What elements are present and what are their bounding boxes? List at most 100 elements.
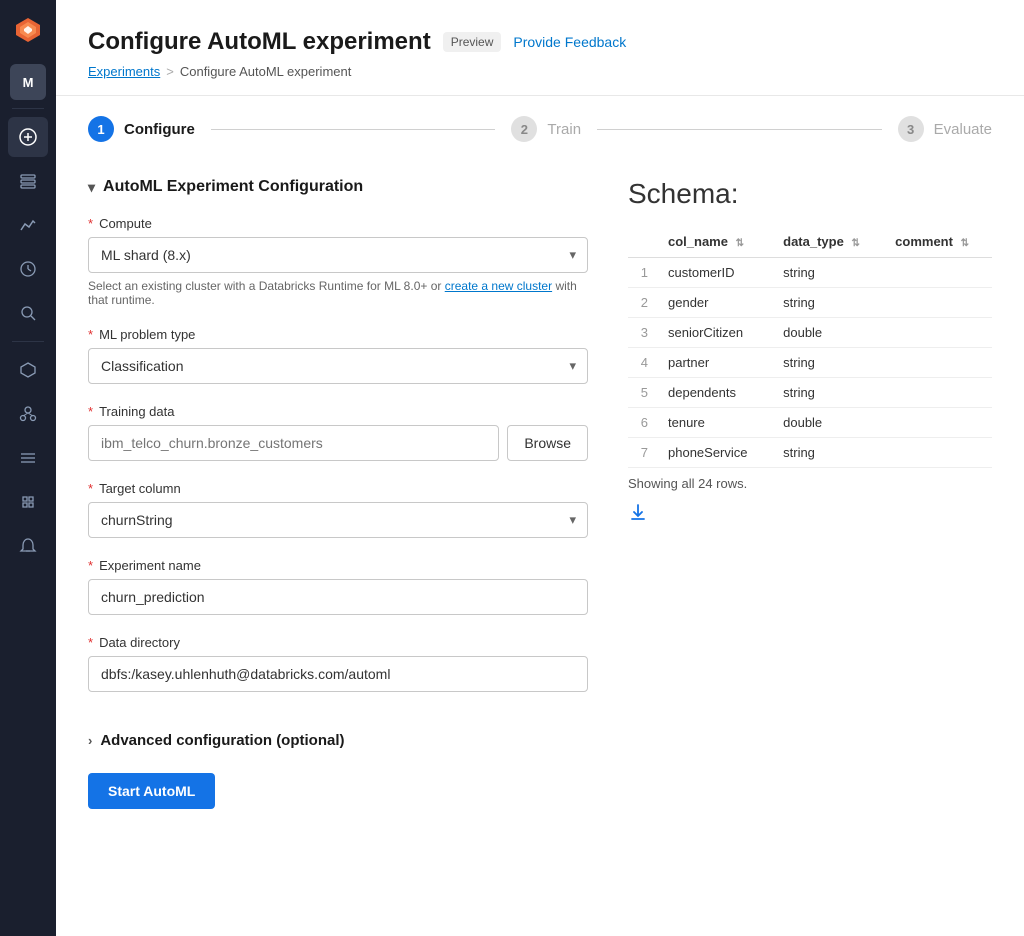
row-col-name: partner — [656, 348, 771, 378]
sort-icon-col-name: ⇅ — [736, 238, 744, 249]
section-header[interactable]: ▾ AutoML Experiment Configuration — [88, 162, 588, 216]
start-automl-button[interactable]: Start AutoML — [88, 773, 215, 809]
row-data-type: string — [771, 288, 883, 318]
page-header: Configure AutoML experiment Preview Prov… — [56, 0, 1024, 96]
advanced-section-header[interactable]: › Advanced configuration (optional) — [88, 712, 588, 765]
col-header-data-type[interactable]: data_type ⇅ — [771, 226, 883, 258]
sidebar-item-serving[interactable] — [8, 438, 48, 478]
row-comment — [883, 438, 992, 468]
sort-icon-comment: ⇅ — [961, 238, 969, 249]
sidebar-item-models[interactable] — [8, 394, 48, 434]
table-row: 5 dependents string — [628, 378, 992, 408]
data-directory-field-group: * Data directory — [88, 635, 588, 692]
feedback-link[interactable]: Provide Feedback — [513, 34, 626, 50]
browse-button[interactable]: Browse — [507, 425, 588, 461]
app-logo — [10, 12, 46, 48]
col-header-col-name[interactable]: col_name ⇅ — [656, 226, 771, 258]
data-directory-input[interactable] — [88, 656, 588, 692]
row-num: 3 — [628, 318, 656, 348]
sidebar-item-features[interactable] — [8, 482, 48, 522]
col-header-comment[interactable]: comment ⇅ — [883, 226, 992, 258]
row-num: 7 — [628, 438, 656, 468]
step-line-2 — [597, 129, 882, 130]
sidebar-item-search[interactable] — [8, 293, 48, 333]
step-evaluate: 3 Evaluate — [898, 116, 992, 142]
ml-problem-select-wrapper: Classification — [88, 348, 588, 384]
row-num: 1 — [628, 258, 656, 288]
table-row: 4 partner string — [628, 348, 992, 378]
breadcrumb-separator: > — [166, 64, 174, 79]
row-data-type: string — [771, 258, 883, 288]
step-2-circle: 2 — [511, 116, 537, 142]
content-area: ▾ AutoML Experiment Configuration * Comp… — [56, 162, 1024, 841]
step-configure: 1 Configure — [88, 116, 195, 142]
schema-showing-text: Showing all 24 rows. — [628, 476, 992, 491]
sidebar-item-analytics[interactable] — [8, 205, 48, 245]
row-comment — [883, 408, 992, 438]
target-column-label: * Target column — [88, 481, 588, 496]
col-header-num — [628, 226, 656, 258]
sidebar-item-notifications[interactable] — [8, 526, 48, 566]
row-comment — [883, 318, 992, 348]
ml-problem-label: * ML problem type — [88, 327, 588, 342]
preview-badge: Preview — [443, 32, 502, 52]
row-comment — [883, 258, 992, 288]
row-data-type: string — [771, 378, 883, 408]
training-data-input[interactable] — [88, 425, 499, 461]
table-row: 1 customerID string — [628, 258, 992, 288]
compute-select-wrapper: ML shard (8.x) — [88, 237, 588, 273]
step-line-1 — [211, 129, 496, 130]
compute-label: * Compute — [88, 216, 588, 231]
download-icon[interactable] — [628, 503, 648, 528]
sidebar-item-create[interactable] — [8, 117, 48, 157]
left-panel: ▾ AutoML Experiment Configuration * Comp… — [88, 162, 588, 809]
step-1-label: Configure — [124, 121, 195, 138]
sidebar-divider — [12, 108, 44, 109]
row-data-type: double — [771, 408, 883, 438]
sidebar-item-data[interactable] — [8, 161, 48, 201]
page-title: Configure AutoML experiment — [88, 28, 431, 56]
table-row: 3 seniorCitizen double — [628, 318, 992, 348]
target-column-field-group: * Target column churnString — [88, 481, 588, 538]
step-3-circle: 3 — [898, 116, 924, 142]
sidebar-item-clock[interactable] — [8, 249, 48, 289]
breadcrumb: Experiments > Configure AutoML experimen… — [88, 64, 992, 79]
compute-hint: Select an existing cluster with a Databr… — [88, 279, 588, 307]
row-num: 6 — [628, 408, 656, 438]
sort-icon-data-type: ⇅ — [851, 238, 859, 249]
target-column-select-wrapper: churnString — [88, 502, 588, 538]
target-column-select[interactable]: churnString — [88, 502, 588, 538]
row-data-type: string — [771, 438, 883, 468]
row-data-type: string — [771, 348, 883, 378]
table-row: 7 phoneService string — [628, 438, 992, 468]
section-title: AutoML Experiment Configuration — [103, 178, 363, 196]
step-train: 2 Train — [511, 116, 581, 142]
schema-title: Schema: — [628, 178, 992, 210]
section-chevron-icon: ▾ — [88, 179, 95, 196]
row-comment — [883, 348, 992, 378]
advanced-chevron-icon: › — [88, 733, 92, 748]
row-data-type: double — [771, 318, 883, 348]
compute-field-group: * Compute ML shard (8.x) Select an exist… — [88, 216, 588, 307]
advanced-label: Advanced configuration (optional) — [100, 732, 344, 749]
experiment-name-input[interactable] — [88, 579, 588, 615]
sidebar-item-ml[interactable] — [8, 350, 48, 390]
breadcrumb-parent[interactable]: Experiments — [88, 64, 160, 79]
row-col-name: tenure — [656, 408, 771, 438]
create-cluster-link[interactable]: create a new cluster — [445, 279, 552, 293]
table-row: 2 gender string — [628, 288, 992, 318]
main-content: Configure AutoML experiment Preview Prov… — [56, 0, 1024, 936]
compute-select[interactable]: ML shard (8.x) — [88, 237, 588, 273]
data-directory-label: * Data directory — [88, 635, 588, 650]
sidebar-divider-2 — [12, 341, 44, 342]
schema-table-header: col_name ⇅ data_type ⇅ comment ⇅ — [628, 226, 992, 258]
ml-problem-select[interactable]: Classification — [88, 348, 588, 384]
row-comment — [883, 288, 992, 318]
step-3-label: Evaluate — [934, 121, 992, 138]
sidebar-item-workspace[interactable]: M — [10, 64, 46, 100]
row-col-name: seniorCitizen — [656, 318, 771, 348]
step-1-circle: 1 — [88, 116, 114, 142]
right-panel: Schema: col_name ⇅ data_type ⇅ — [628, 162, 992, 809]
row-col-name: dependents — [656, 378, 771, 408]
row-num: 5 — [628, 378, 656, 408]
